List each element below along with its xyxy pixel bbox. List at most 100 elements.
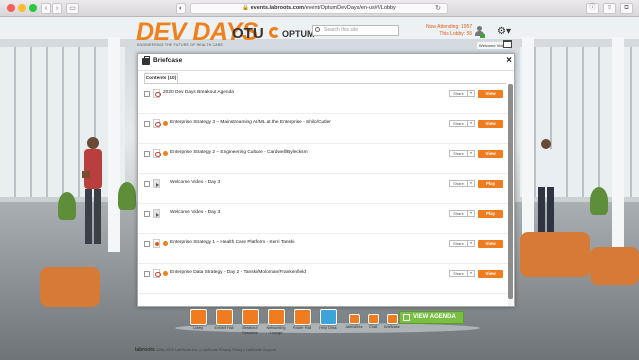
share-dropdown-icon[interactable]: ▾: [468, 120, 475, 127]
tab-contents[interactable]: Contents (10): [144, 73, 178, 83]
nav-networking-lounge[interactable]: Networking Lounge: [265, 309, 287, 335]
modal-title: Briefcase: [153, 57, 183, 64]
play-button[interactable]: Play: [478, 180, 503, 188]
view-button[interactable]: View: [478, 150, 503, 158]
help-desk-icon: [319, 309, 337, 325]
window-maximize-button[interactable]: [29, 4, 37, 12]
back-button[interactable]: ‹: [41, 3, 51, 14]
share-dropdown-icon[interactable]: ▾: [468, 180, 475, 187]
select-checkbox[interactable]: [144, 151, 150, 157]
url-path: /event/OptumDevDays/en-us#!/Lobby: [304, 5, 396, 11]
sidebar-toggle-button[interactable]: ▭: [66, 3, 79, 14]
share-button[interactable]: Share: [449, 240, 468, 247]
item-title[interactable]: Enterprise Strategy 3 – Mainstreaming AI…: [170, 120, 331, 125]
labroots-logo: labroots: [135, 347, 155, 353]
view-button[interactable]: View: [478, 120, 503, 128]
nav-label: Briefcase: [384, 325, 400, 329]
lounge-chair: [40, 267, 100, 307]
share-dropdown-icon[interactable]: ▾: [468, 150, 475, 157]
view-button[interactable]: View: [478, 240, 503, 248]
view-agenda-button[interactable]: VIEW AGENDA: [399, 311, 464, 324]
address-bar[interactable]: 🔒 events.labroots.com/event/OptumDevDays…: [190, 3, 448, 14]
reload-icon[interactable]: ↻: [435, 4, 441, 13]
share-button[interactable]: Share: [449, 210, 468, 217]
select-checkbox[interactable]: [144, 181, 150, 187]
lounge-chair: [590, 247, 639, 285]
share-dropdown-icon[interactable]: ▾: [468, 240, 475, 247]
view-agenda-label: VIEW AGENDA: [413, 314, 456, 320]
item-title[interactable]: Enterprise Strategy 2 – Engineering Cult…: [170, 150, 308, 155]
item-title[interactable]: 2020 Dev Days Breakout Agenda: [163, 90, 234, 95]
briefcase-icon: [386, 314, 398, 324]
item-title[interactable]: Welcome Video - Day 3: [170, 180, 220, 185]
share-dropdown-icon[interactable]: ▾: [468, 270, 475, 277]
site-search-input[interactable]: Search this site: [312, 25, 399, 36]
window-minimize-button[interactable]: [18, 4, 26, 12]
select-checkbox[interactable]: [144, 271, 150, 277]
share-icon[interactable]: ⇧: [603, 3, 616, 14]
settings-menu-icon[interactable]: ⚙▾: [497, 26, 511, 37]
poster-icon: [293, 309, 311, 325]
footer-links[interactable]: 2006-2020 LabRoots Inc. | LabRoots Priva…: [156, 348, 276, 352]
nav-poster-hall[interactable]: Poster Hall: [291, 309, 313, 331]
list-item: Enterprise Strategy 2 – Engineering Cult…: [138, 144, 508, 174]
video-file-icon: [153, 179, 160, 188]
calendar-icon[interactable]: [503, 40, 512, 48]
view-button[interactable]: View: [478, 90, 503, 98]
forward-button[interactable]: ›: [52, 3, 62, 14]
select-checkbox[interactable]: [144, 241, 150, 247]
item-title[interactable]: Enterprise Strategy 1 – Health Care Plat…: [170, 240, 294, 245]
share-button[interactable]: Share: [449, 120, 468, 127]
nav-breakout-sessions[interactable]: Breakout Sessions: [239, 309, 261, 335]
otu-logo: OTU: [232, 25, 264, 42]
list-item: Enterprise Strategy 1 – Health Care Plat…: [138, 234, 508, 264]
scrollbar[interactable]: [508, 84, 513, 306]
search-icon: [315, 27, 320, 32]
plant: [590, 187, 608, 215]
play-button[interactable]: Play: [478, 210, 503, 218]
nav-help-desk[interactable]: Help Desk: [317, 309, 339, 331]
item-title[interactable]: Welcome Video - Day 3: [170, 210, 220, 215]
attendee-figure-right: [537, 139, 555, 239]
privacy-shield-icon[interactable]: ◐: [176, 3, 186, 14]
item-title[interactable]: Enterprise Data Strategy - Day 2 - Tansk…: [170, 270, 306, 275]
scrollbar-thumb[interactable]: [508, 84, 513, 299]
nav-exhibit-hall[interactable]: Exhibit Hall: [213, 309, 235, 331]
viewed-indicator-icon: [163, 151, 168, 156]
share-button[interactable]: Share: [449, 150, 468, 157]
viewed-indicator-icon: [163, 271, 168, 276]
chat-icon: [367, 314, 379, 324]
pdf-file-icon: [153, 149, 161, 158]
select-checkbox[interactable]: [144, 91, 150, 97]
select-checkbox[interactable]: [144, 121, 150, 127]
viewed-indicator-icon: [163, 121, 168, 126]
list-item: 2020 Dev Days Breakout Agenda Share ▾ Vi…: [138, 84, 508, 114]
list-item: Enterprise Strategy 3 – Mainstreaming AI…: [138, 114, 508, 144]
share-button[interactable]: Share: [449, 270, 468, 277]
window-close-button[interactable]: [7, 4, 15, 12]
attendance-counter[interactable]: Now Attending: 1957 This Lobby: 55: [426, 24, 472, 37]
presentation-icon: [241, 309, 259, 325]
pdf-file-icon: [153, 269, 161, 278]
briefcase-list: 2020 Dev Days Breakout Agenda Share ▾ Vi…: [138, 84, 508, 306]
dev-days-tagline: ENGINEERING THE FUTURE OF HEALTH CARE: [137, 43, 224, 47]
select-checkbox[interactable]: [144, 211, 150, 217]
share-dropdown-icon[interactable]: ▾: [468, 210, 475, 217]
pdf-file-icon: [153, 89, 161, 98]
share-button[interactable]: Share: [449, 90, 468, 97]
lock-icon: 🔒: [242, 5, 250, 11]
pdf-file-icon: [153, 119, 161, 128]
nav-label: Breakout Sessions: [242, 326, 258, 335]
tabs-overview-icon[interactable]: ⧉: [620, 3, 633, 14]
close-icon[interactable]: ×: [506, 55, 512, 66]
pillar: [612, 37, 624, 252]
video-file-icon: [153, 209, 160, 218]
share-button[interactable]: Share: [449, 180, 468, 187]
now-attending: Now Attending: 1957: [426, 24, 473, 30]
nav-lobby[interactable]: Lobby: [187, 309, 209, 331]
view-button[interactable]: View: [478, 270, 503, 278]
url-domain: events.labroots.com: [250, 5, 305, 11]
share-dropdown-icon[interactable]: ▾: [468, 90, 475, 97]
user-avatar-icon[interactable]: [474, 26, 485, 38]
info-icon[interactable]: ⓘ: [586, 3, 599, 14]
